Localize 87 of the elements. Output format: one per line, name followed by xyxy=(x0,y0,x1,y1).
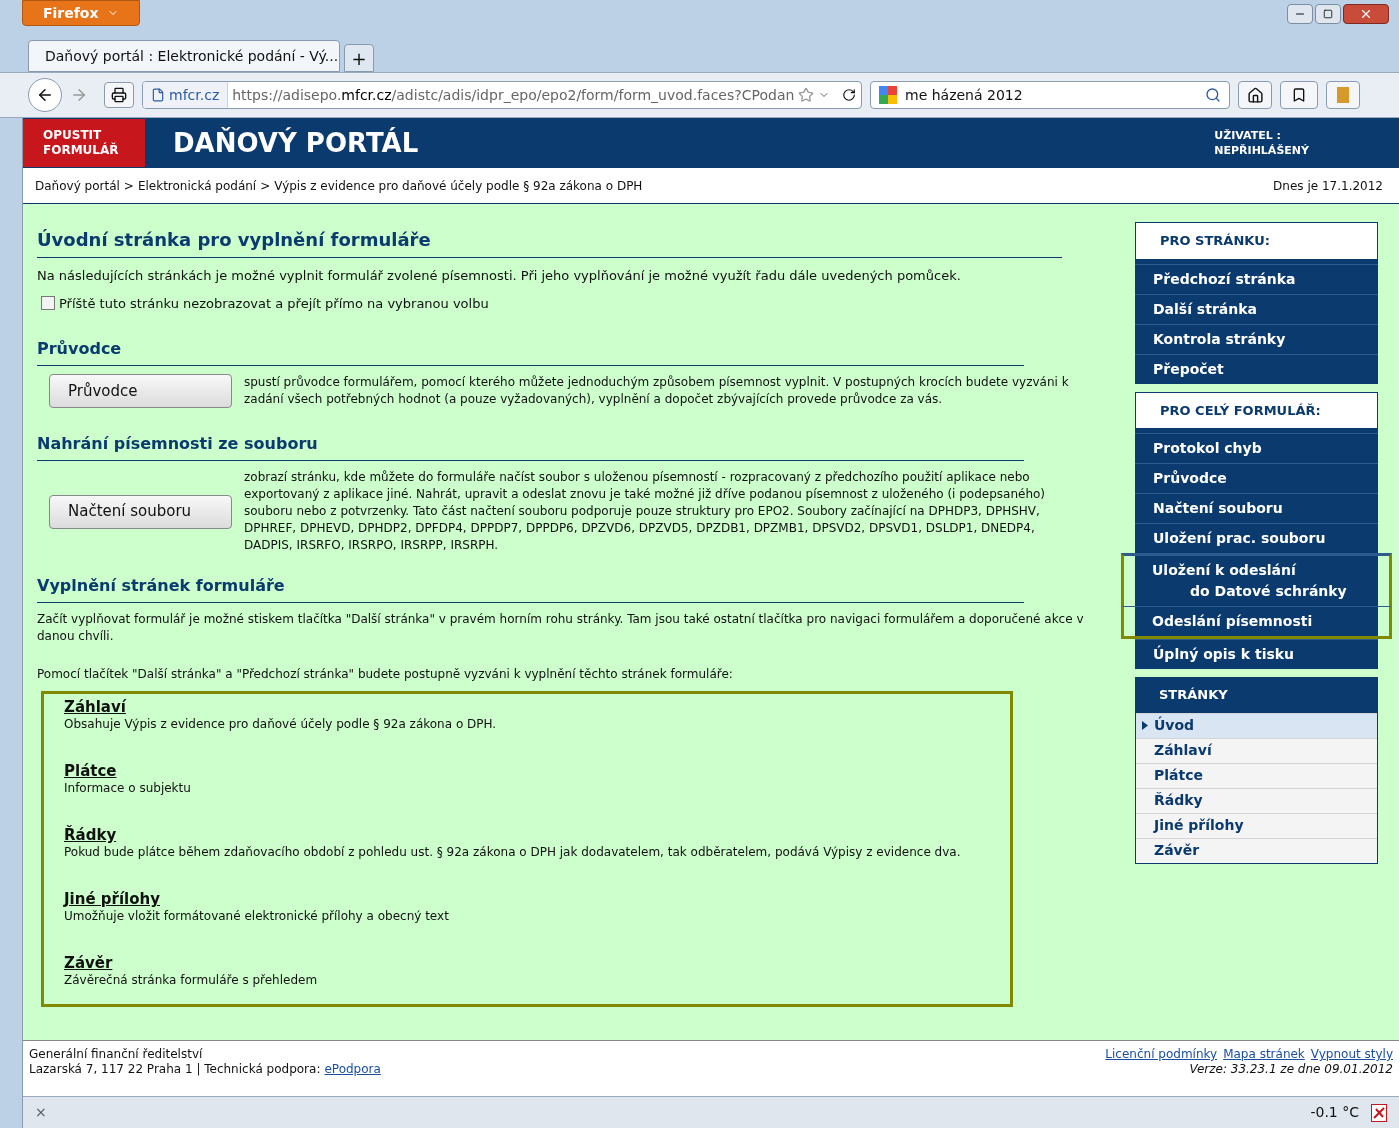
page-link[interactable]: Řádky xyxy=(64,826,1010,844)
pages-intro: Pomocí tlačítek "Další stránka" a "Předchozí stránka" budete postupně vyzváni k vyplnění těchto stránek formuláře: xyxy=(37,666,734,683)
url-text: https://adisepo.mfcr.cz/adistc/adis/idpr_epo/epo2/form/form_uvod.faces?CPodan xyxy=(231,85,796,105)
portal-title: DAŇOVÝ PORTÁL xyxy=(173,126,419,160)
star-icon[interactable] xyxy=(798,87,815,103)
reload-icon[interactable] xyxy=(842,88,857,102)
section-title: Nahrání písemnosti ze souboru xyxy=(37,432,1024,461)
section-description: spustí průvodce formulářem, pomocí kterého můžete jednoduchým způsobem písemnost vyplnit. V postupných krocích budete vyzváni k zadání všech potřebných hodnot (a pouze vyžadovaných), vyplnění a dopočet zbývajících provede průvodce za vás. xyxy=(244,374,1069,408)
current-date: Dnes je 17.1.2012 xyxy=(1273,177,1383,195)
checkbox[interactable] xyxy=(41,296,55,311)
search-icon[interactable] xyxy=(1205,87,1221,103)
page-nav-item[interactable]: Jiné přílohy xyxy=(1136,812,1377,838)
menu-item[interactable]: Přepočet xyxy=(1135,353,1378,384)
close-addon-bar-button[interactable]: × xyxy=(35,1102,47,1123)
page-link[interactable]: Jiné přílohy xyxy=(64,890,1010,908)
breadcrumb-separator: > xyxy=(260,177,271,195)
breadcrumb-separator: > xyxy=(123,177,134,195)
search-field[interactable]: me házená 2012 xyxy=(870,81,1230,109)
menu-header: PRO CELÝ FORMULÁŘ: xyxy=(1135,391,1378,429)
printer-icon xyxy=(111,87,127,103)
page-description: Závěrečná stránka formuláře s přehledem xyxy=(64,972,319,988)
menu-item[interactable]: Uložení k odeslání do Datové schránky xyxy=(1121,553,1392,606)
temperature-text: -0.1 °C xyxy=(1310,1103,1359,1122)
page-link[interactable]: Závěr xyxy=(64,954,1010,972)
action-button[interactable]: Načtení souboru xyxy=(49,494,232,529)
address-field[interactable]: mfcr.cz https://adisepo.mfcr.cz/adistc/adis/idpr_epo/epo2/form/form_uvod.faces?CPodan xyxy=(142,81,862,109)
address-text: Lazarská 7, 117 22 Praha 1 | Technická podpora: xyxy=(29,1062,321,1077)
home-button[interactable] xyxy=(1238,81,1272,109)
fill-instructions: Začít vyplňovat formulář je možné stiskem tlačítka "Další stránka" v pravém horním rohu stránky. Tam jsou také ostatní tlačítka pro navigaci formulářem a doporučené akce v danou chvíli. xyxy=(37,611,1085,645)
footer-link[interactable]: Mapa stránek xyxy=(1223,1047,1305,1062)
menu-item[interactable]: Další stránka xyxy=(1135,293,1378,324)
page-description: Obsahuje Výpis z evidence pro daňové účely podle § 92a zákona o DPH. xyxy=(64,716,498,732)
page-title: Úvodní stránka pro vyplnění formuláře xyxy=(37,226,1062,258)
bookmark-icon xyxy=(1291,87,1307,103)
menu-item[interactable]: Úplný opis k tisku xyxy=(1135,639,1378,669)
bookmark-button[interactable] xyxy=(1280,81,1318,109)
page-nav-item[interactable]: Řádky xyxy=(1136,787,1377,813)
page-description: Pokud bude plátce během zdaňovacího období z pohledu ust. § 92a zákona o DPH jak dodavatelem, tak odběratelem, podává Výpisy z evidence dva. xyxy=(64,844,962,860)
exit-form-button[interactable]: OPUSTIT FORMULÁŘ xyxy=(23,119,145,167)
page-description: Informace o subjektu xyxy=(64,780,192,796)
minimize-button[interactable] xyxy=(1287,4,1313,24)
section-title: Vyplnění stránek formuláře xyxy=(37,574,1024,603)
page-nav-item[interactable]: Závěr xyxy=(1136,837,1377,863)
menu-item[interactable]: Protokol chyb xyxy=(1135,433,1378,463)
close-icon xyxy=(1359,7,1373,21)
maximize-button[interactable] xyxy=(1315,4,1341,24)
back-button[interactable] xyxy=(28,78,62,112)
home-icon xyxy=(1246,86,1264,104)
section-description: zobrazí stránku, kde můžete do formuláře načíst soubor s uloženou písemností - rozpracovaný z předchozího použití aplikace nebo exportovaný z aplikace jiné. Nahrát, upravit a odeslat znovu je také možné již dříve podanou písemnost z uloženého (i podepsaného) souboru nebo z potvrzenky. Tato část načtení souboru podporuje pouze struktury pro EPO2. Soubory začínající na DPHDP3, DPHSHV, DPHREF, DPHEVD, DPHDP2, DPFDP4, DPPDP7, DPPDP6, DPZVD6, DPZVD5, DPZDB1, DPZMB1, DPSVD2, DPSVD1, DSLDP1, DNEDP4, DADPIS, IRSRFO, IRSRPO, IRSRPP, IRSRPH. xyxy=(244,469,1047,554)
page-nav-item[interactable]: Plátce xyxy=(1136,762,1377,788)
page-link[interactable]: Záhlaví xyxy=(64,698,1010,716)
print-button[interactable] xyxy=(104,82,134,108)
action-button[interactable]: Průvodce xyxy=(49,374,232,408)
page-description: Umožňuje vložit formátované elektronické přílohy a obecný text xyxy=(64,908,450,924)
menu-item[interactable]: Načtení souboru xyxy=(1135,493,1378,523)
pages-header: STRÁNKY xyxy=(1135,677,1378,713)
skip-checkbox-label[interactable]: Příště tuto stránku nezobrazovat a přejít přímo na vybranou volbu xyxy=(41,293,1115,313)
menu-header: PRO STRÁNKU: xyxy=(1135,222,1378,260)
page-nav-item[interactable]: Záhlaví xyxy=(1136,737,1377,763)
breadcrumb-link[interactable]: Elektronická podání xyxy=(137,176,257,195)
menu-item[interactable]: Uložení prac. souboru xyxy=(1135,523,1378,553)
addon-button[interactable] xyxy=(1326,81,1360,109)
support-link[interactable]: ePodpora xyxy=(324,1062,381,1077)
page-nav-item[interactable]: Úvod xyxy=(1136,712,1377,738)
maximize-icon xyxy=(1323,9,1333,19)
page-link[interactable]: Plátce xyxy=(64,762,1010,780)
close-button[interactable] xyxy=(1343,4,1389,24)
user-label: UŽIVATEL : xyxy=(1214,128,1282,143)
browser-tab[interactable]: Daňový portál : Elektronické podání - Vý... xyxy=(28,40,340,72)
pointer-icon xyxy=(1142,721,1148,730)
version-text: Verze: 33.23.1 ze dne 09.01.2012 xyxy=(1188,1062,1393,1077)
menu-item[interactable]: Předchozí stránka xyxy=(1135,263,1378,294)
organization-name: Generální finanční ředitelství xyxy=(29,1047,204,1062)
footer-link[interactable]: Licenční podmínky xyxy=(1105,1047,1218,1062)
breadcrumb-link[interactable]: Výpis z evidence pro daňové účely podle § 92a zákona o DPH xyxy=(274,176,643,195)
footer-link[interactable]: Vypnout styly xyxy=(1310,1047,1393,1062)
menu-item[interactable]: Průvodce xyxy=(1135,463,1378,493)
pdf-icon[interactable] xyxy=(1371,1103,1387,1122)
menu-item[interactable]: Odeslání písemnosti xyxy=(1121,606,1392,639)
user-status: NEPŘIHLÁŠENÝ xyxy=(1214,143,1309,158)
menu-item[interactable]: Kontrola stránky xyxy=(1135,323,1378,354)
site-identity[interactable]: mfcr.cz xyxy=(143,82,229,108)
breadcrumb-link[interactable]: Daňový portál xyxy=(35,176,120,195)
intro-text: Na následujících stránkách je možné vyplnit formulář zvolené písemnosti. Při jeho vyplňování je možné využít řadu dále uvedených pomůcek. xyxy=(37,267,962,285)
new-tab-button[interactable]: + xyxy=(344,44,374,72)
page-icon xyxy=(151,88,165,102)
section-title: Průvodce xyxy=(37,337,1024,366)
